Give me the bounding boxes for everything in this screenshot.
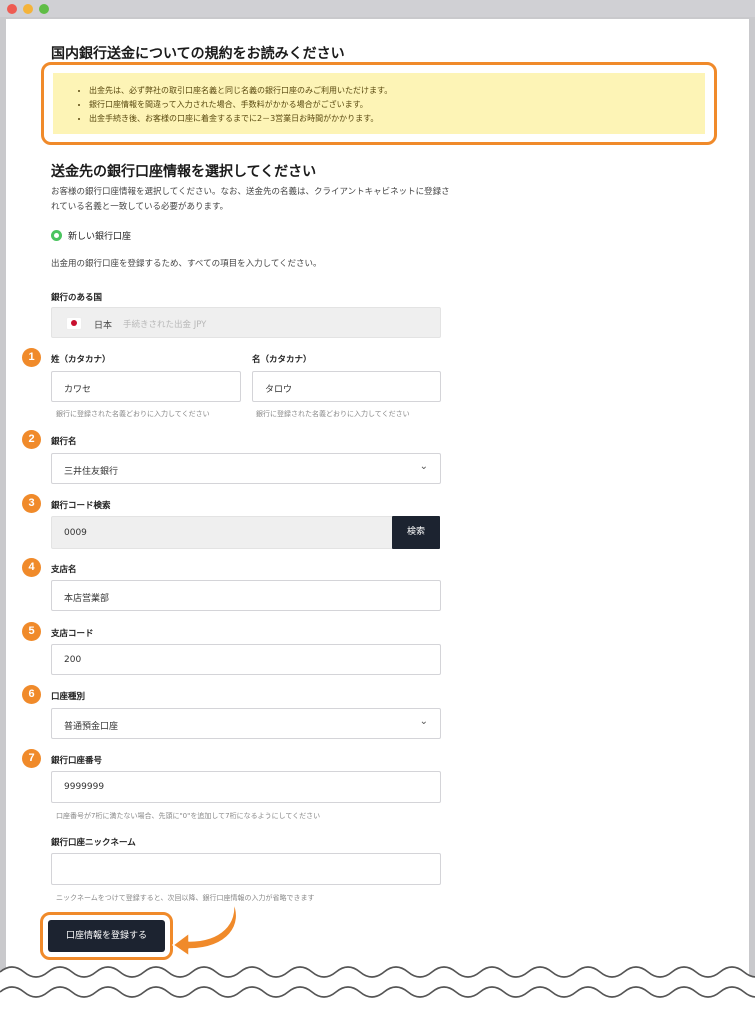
last-name-input[interactable]: カワセ	[51, 371, 241, 402]
branch-code-value: 200	[64, 655, 82, 665]
country-field: 日本 手続きされた出金 JPY	[51, 307, 441, 338]
form-instruction: 出金用の銀行口座を登録するため、すべての項目を入力してください。	[51, 259, 322, 269]
japan-flag-icon	[66, 317, 82, 330]
branch-name-value: 本店営業部	[64, 594, 110, 604]
select-section-description-line2: れている名義と一致している必要があります。	[51, 202, 229, 212]
notice-item: 出金先は、必ず弊社の取引口座名義と同じ名義の銀行口座のみご利用いただけます。	[89, 84, 705, 98]
bank-code-value: 0009	[64, 528, 87, 538]
pointer-arrow-icon	[172, 900, 238, 957]
page-content: 国内銀行送金についての規約をお読みください 出金先は、必ず弊社の取引口座名義と同…	[6, 19, 749, 1010]
bank-code-label: 銀行コード検索	[51, 501, 111, 511]
step-badge-1: 1	[22, 348, 41, 367]
minimize-window-icon[interactable]	[23, 4, 33, 14]
submit-highlight-frame: 口座情報を登録する	[40, 912, 173, 960]
country-value: 日本	[94, 321, 113, 331]
last-name-label: 姓（カタカナ）	[51, 355, 111, 365]
step-badge-4: 4	[22, 558, 41, 577]
first-name-input[interactable]: タロウ	[252, 371, 441, 402]
account-number-value: 9999999	[64, 782, 105, 792]
first-name-label: 名（カタカナ）	[252, 355, 312, 365]
notice-box: 出金先は、必ず弊社の取引口座名義と同じ名義の銀行口座のみご利用いただけます。 銀…	[53, 73, 705, 134]
new-bank-account-label: 新しい銀行口座	[68, 232, 132, 242]
step-badge-5: 5	[22, 622, 41, 641]
account-number-hint: 口座番号が7桁に満たない場合、先頭に"0"を追加して7桁になるようにしてください	[56, 812, 321, 820]
account-type-label: 口座種別	[51, 692, 86, 702]
torn-edge-divider	[0, 966, 755, 1010]
step-badge-7: 7	[22, 749, 41, 768]
select-section-title: 送金先の銀行口座情報を選択してください	[51, 164, 317, 180]
browser-window: 国内銀行送金についての規約をお読みください 出金先は、必ず弊社の取引口座名義と同…	[0, 0, 755, 1010]
register-account-button[interactable]: 口座情報を登録する	[48, 920, 165, 952]
bank-code-input[interactable]: 0009	[51, 516, 394, 549]
notice-title: 国内銀行送金についての規約をお読みください	[51, 46, 345, 62]
last-name-hint: 銀行に登録された名義どおりに入力してください	[56, 410, 210, 418]
account-number-label: 銀行口座番号	[51, 756, 103, 766]
last-name-value: カワセ	[64, 385, 92, 395]
step-badge-2: 2	[22, 430, 41, 449]
bank-code-search-button[interactable]: 検索	[392, 516, 440, 549]
branch-code-label: 支店コード	[51, 629, 94, 639]
notice-list: 出金先は、必ず弊社の取引口座名義と同じ名義の銀行口座のみご利用いただけます。 銀…	[75, 84, 705, 126]
nickname-label: 銀行口座ニックネーム	[51, 838, 136, 848]
account-number-input[interactable]: 9999999	[51, 771, 441, 803]
country-currency-note: 手続きされた出金 JPY	[123, 320, 207, 330]
maximize-window-icon[interactable]	[39, 4, 49, 14]
close-window-icon[interactable]	[7, 4, 17, 14]
bank-name-select[interactable]: 三井住友銀行 ⌄	[51, 453, 441, 484]
window-titlebar	[0, 0, 755, 17]
country-label: 銀行のある国	[51, 293, 103, 303]
branch-code-input[interactable]: 200	[51, 644, 441, 675]
radio-selected-icon[interactable]	[51, 230, 62, 241]
step-badge-6: 6	[22, 685, 41, 704]
branch-name-label: 支店名	[51, 565, 77, 575]
select-section-description-line1: お客様の銀行口座情報を選択してください。なお、送金先の名義は、クライアントキャビ…	[51, 187, 450, 197]
account-type-select[interactable]: 普通預金口座 ⌄	[51, 708, 441, 739]
account-type-value: 普通預金口座	[64, 722, 119, 732]
bank-name-value: 三井住友銀行	[64, 467, 119, 477]
notice-item: 出金手続き後、お客様の口座に着金するまでに2－3営業日お時間がかかります。	[89, 112, 705, 126]
notice-highlight-frame: 出金先は、必ず弊社の取引口座名義と同じ名義の銀行口座のみご利用いただけます。 銀…	[41, 62, 717, 145]
chevron-down-icon: ⌄	[419, 461, 428, 472]
first-name-value: タロウ	[265, 385, 293, 395]
chevron-down-icon: ⌄	[419, 716, 428, 727]
bank-name-label: 銀行名	[51, 437, 77, 447]
step-badge-3: 3	[22, 494, 41, 513]
first-name-hint: 銀行に登録された名義どおりに入力してください	[256, 410, 410, 418]
notice-item: 銀行口座情報を間違って入力された場合、手数料がかかる場合がございます。	[89, 98, 705, 112]
branch-name-input[interactable]: 本店営業部	[51, 580, 441, 611]
nickname-input[interactable]	[51, 853, 441, 885]
